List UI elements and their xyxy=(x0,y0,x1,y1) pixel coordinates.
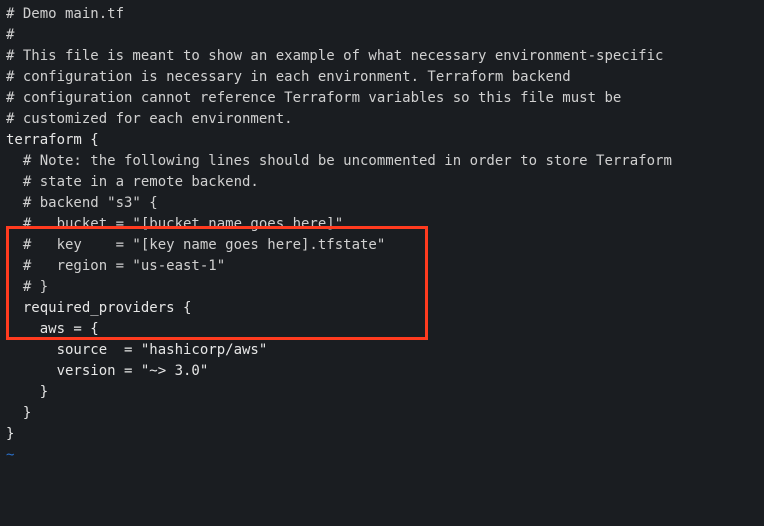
code-line: } xyxy=(6,424,758,445)
code-line: # This file is meant to show an example … xyxy=(6,46,758,67)
code-line: # xyxy=(6,25,758,46)
code-line: # state in a remote backend. xyxy=(6,172,758,193)
end-of-buffer-line: ~ xyxy=(6,445,758,466)
code-line: # Demo main.tf xyxy=(6,4,758,25)
code-line: # region = "us-east-1" xyxy=(6,256,758,277)
code-line: # configuration cannot reference Terrafo… xyxy=(6,88,758,109)
code-line: } xyxy=(6,403,758,424)
code-line: # Note: the following lines should be un… xyxy=(6,151,758,172)
code-line: # } xyxy=(6,277,758,298)
code-line: # key = "[key name goes here].tfstate" xyxy=(6,235,758,256)
code-editor[interactable]: # Demo main.tf # # This file is meant to… xyxy=(0,0,764,470)
code-line: # backend "s3" { xyxy=(6,193,758,214)
code-line: } xyxy=(6,382,758,403)
code-line: # bucket = "[bucket name goes here]" xyxy=(6,214,758,235)
code-line: aws = { xyxy=(6,319,758,340)
code-line: # customized for each environment. xyxy=(6,109,758,130)
code-line: source = "hashicorp/aws" xyxy=(6,340,758,361)
code-line: required_providers { xyxy=(6,298,758,319)
code-line: version = "~> 3.0" xyxy=(6,361,758,382)
code-line: terraform { xyxy=(6,130,758,151)
code-line: # configuration is necessary in each env… xyxy=(6,67,758,88)
